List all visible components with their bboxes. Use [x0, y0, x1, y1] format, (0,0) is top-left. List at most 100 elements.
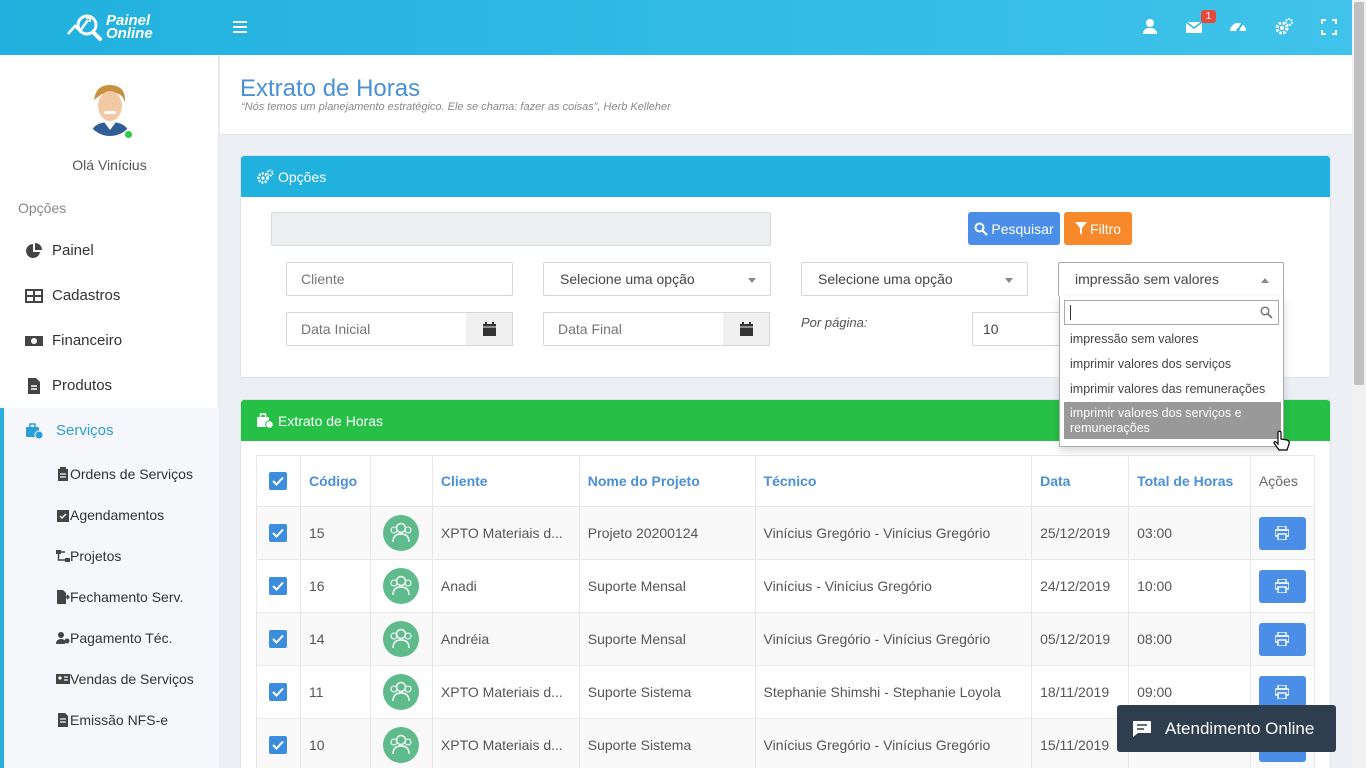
- per-page-value: 10: [983, 321, 999, 337]
- select-option-2[interactable]: Selecione uma opção: [801, 262, 1028, 296]
- sidebar-item-label: Financeiro: [52, 332, 123, 349]
- sidebar-item-painel[interactable]: Painel: [0, 228, 219, 273]
- cell-hours: 03:00: [1128, 506, 1251, 560]
- sidebar-subitem-ordens[interactable]: Ordens de Serviços: [4, 453, 219, 494]
- top-bar: Painel Online 1: [0, 0, 1352, 55]
- sidebar-subitem-nfse[interactable]: Emissão NFS-e: [4, 699, 219, 740]
- per-page-label: Por página:: [801, 315, 868, 330]
- search-input[interactable]: [271, 212, 771, 246]
- cogs-icon[interactable]: [1274, 17, 1294, 37]
- print-icon: [1275, 526, 1290, 540]
- row-checkbox[interactable]: [269, 736, 288, 754]
- scrollbar-thumb[interactable]: [1354, 2, 1364, 385]
- cell-code: 16: [299, 559, 371, 613]
- row-checkbox[interactable]: [269, 524, 288, 542]
- cell-date: 18/11/2019: [1031, 665, 1130, 719]
- sidebar-subitem-label: Fechamento Serv.: [70, 588, 184, 605]
- avatar[interactable]: [84, 80, 136, 136]
- sidebar-subitem-vendas[interactable]: Vendas de Serviços: [4, 658, 219, 699]
- dropdown-option[interactable]: imprimir valores dos serviços: [1064, 357, 1281, 372]
- print-button[interactable]: [1258, 569, 1306, 603]
- cogs-icon: [257, 169, 274, 184]
- print-button[interactable]: [1258, 516, 1306, 550]
- chevron-down-icon: [1005, 278, 1013, 283]
- dropdown-option-highlighted[interactable]: imprimir valores dos serviços e remunera…: [1064, 402, 1281, 439]
- sidebar-subitem-fechamento[interactable]: Fechamento Serv.: [4, 576, 219, 617]
- hamburger-menu-icon[interactable]: [233, 18, 249, 36]
- sidebar-item-label: Cadastros: [52, 287, 121, 304]
- per-page-select[interactable]: 10: [972, 312, 1062, 346]
- sidebar-item-cadastros[interactable]: Cadastros: [0, 273, 219, 318]
- user-icon[interactable]: [1140, 17, 1160, 37]
- date-end-input[interactable]: [543, 312, 724, 346]
- print-button[interactable]: [1258, 622, 1306, 656]
- sidebar-item-financeiro[interactable]: Financeiro: [0, 318, 219, 363]
- print-mode-select[interactable]: impressão sem valores: [1058, 262, 1284, 296]
- cell-tech: Vinícius Gregório - Vinícius Gregório: [754, 718, 1033, 768]
- col-code[interactable]: Código: [299, 455, 371, 507]
- logo-mark-icon: [67, 14, 102, 41]
- table-row[interactable]: 16 Anadi Suporte Mensal Vinícius - Vinícius…: [256, 559, 1316, 613]
- table-icon: [25, 288, 43, 303]
- sidebar-item-label: Painel: [52, 242, 94, 259]
- sidebar-item-servicos[interactable]: Serviços: [0, 408, 219, 453]
- sidebar-item-label: Produtos: [52, 377, 113, 394]
- filter-button-label: Filtro: [1089, 220, 1122, 237]
- row-checkbox[interactable]: [269, 630, 288, 648]
- print-mode-select-value: impressão sem valores: [1075, 271, 1219, 287]
- sidebar-subitem-projetos[interactable]: Projetos: [4, 535, 219, 576]
- select-option-1[interactable]: Selecione uma opção: [543, 262, 771, 296]
- print-icon: [1275, 579, 1290, 593]
- cell-code: 11: [299, 665, 371, 719]
- cell-client: XPTO Materiais d...: [431, 665, 580, 719]
- check-icon: [272, 528, 285, 538]
- options-panel-title: Opções: [278, 168, 327, 185]
- col-tech[interactable]: Técnico: [754, 455, 1033, 507]
- sidebar-subitem-label: Ordens de Serviços: [70, 465, 193, 482]
- table-panel-title: Extrato de Horas: [278, 412, 384, 429]
- col-hours[interactable]: Total de Horas: [1128, 455, 1251, 507]
- check-icon: [272, 740, 285, 750]
- toolbox-clock-icon: [26, 422, 43, 439]
- date-start-input[interactable]: [286, 312, 467, 346]
- table-row[interactable]: 15 XPTO Materiais d... Projeto 20200124 Vin…: [256, 506, 1316, 560]
- filter-button[interactable]: Filtro: [1064, 212, 1132, 245]
- search-button[interactable]: Pesquisar: [968, 212, 1060, 245]
- file-export-icon: [57, 589, 70, 604]
- cell-avatar: [369, 559, 433, 613]
- table-row[interactable]: 14 Andréia Suporte Mensal Vinícius Gregório…: [256, 612, 1316, 666]
- col-date[interactable]: Data: [1031, 455, 1130, 507]
- dropdown-search-input[interactable]: [1064, 300, 1279, 325]
- date-start-calendar-button[interactable]: [466, 312, 513, 346]
- dropdown-option[interactable]: impressão sem valores: [1064, 332, 1281, 347]
- dropdown-option[interactable]: imprimir valores das remunerações: [1064, 382, 1281, 397]
- cell-hours: 08:00: [1128, 612, 1251, 666]
- users-icon: [390, 734, 412, 755]
- select-all-checkbox[interactable]: [269, 472, 288, 490]
- print-button[interactable]: [1258, 675, 1306, 709]
- sidebar-item-produtos[interactable]: Produtos: [0, 363, 219, 408]
- date-end-calendar-button[interactable]: [723, 312, 770, 346]
- mail-badge: 1: [1201, 10, 1216, 23]
- sidebar-subitem-pagamento[interactable]: Pagamento Téc.: [4, 617, 219, 658]
- fullscreen-icon[interactable]: [1319, 17, 1339, 37]
- users-icon: [390, 575, 412, 596]
- sidebar-subitem-agendamentos[interactable]: Agendamentos: [4, 494, 219, 535]
- chevron-up-icon: [1261, 278, 1269, 283]
- dashboard-icon[interactable]: [1228, 17, 1248, 37]
- app-logo[interactable]: Painel Online: [66, 12, 153, 42]
- col-client[interactable]: Cliente: [431, 455, 580, 507]
- hand-pointer-cursor-icon: [1273, 430, 1290, 451]
- client-input[interactable]: [286, 262, 513, 296]
- cell-avatar: [369, 718, 433, 768]
- cell-project: Suporte Sistema: [578, 665, 756, 719]
- row-checkbox[interactable]: [269, 577, 288, 595]
- col-project[interactable]: Nome do Projeto: [578, 455, 756, 507]
- online-support-button[interactable]: Atendimento Online: [1117, 705, 1336, 752]
- check-icon: [272, 476, 285, 486]
- cell-avatar: [369, 612, 433, 666]
- cell-actions: [1249, 612, 1316, 666]
- row-checkbox[interactable]: [269, 683, 288, 701]
- page-scrollbar[interactable]: [1352, 0, 1366, 768]
- cell-code: 10: [299, 718, 371, 768]
